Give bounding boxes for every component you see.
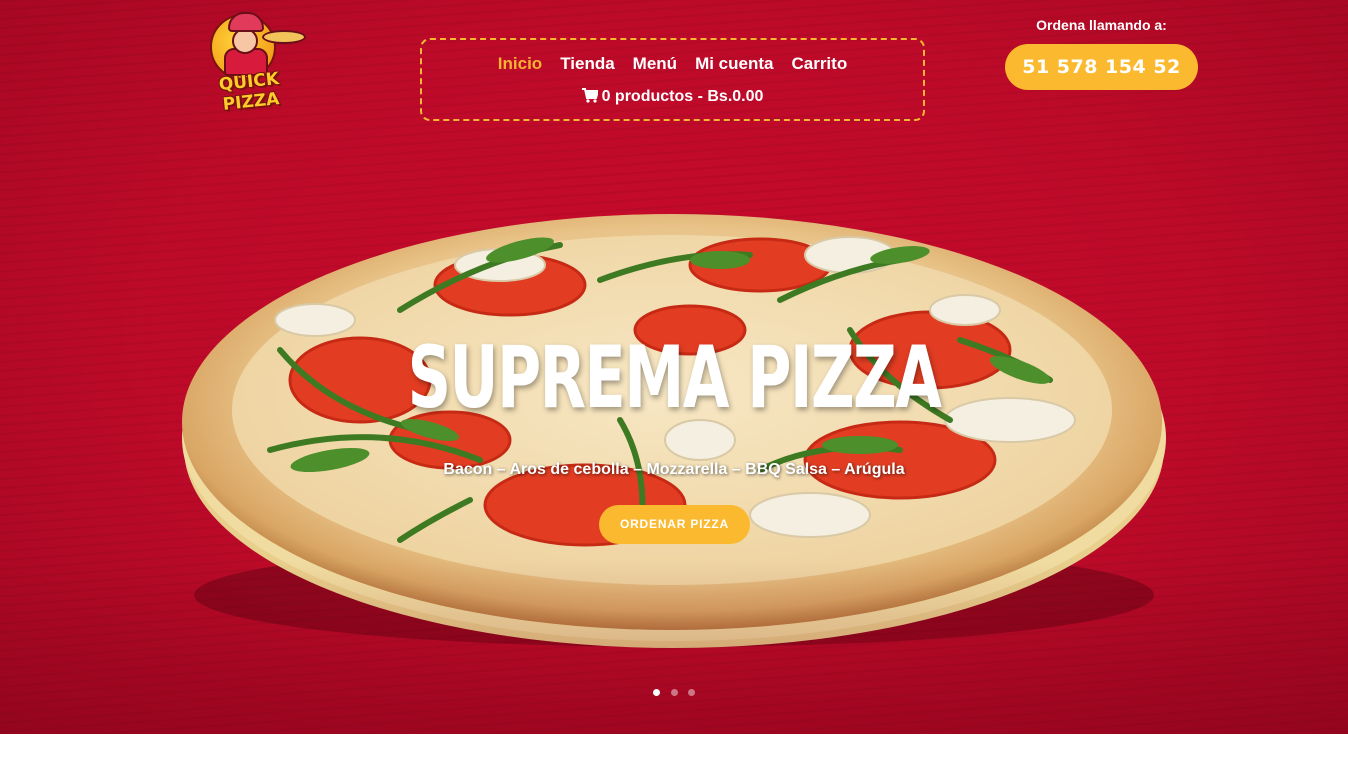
nav-item-menu[interactable]: Menú [633,54,677,74]
nav-links: Inicio Tienda Menú Mi cuenta Carrito [422,54,923,74]
slider-dot-3[interactable] [688,689,695,696]
slider-dot-2[interactable] [671,689,678,696]
hero-shade [0,560,1348,734]
logo-pizza-tray [262,30,306,44]
site-logo[interactable]: QUICK PIZZA [188,12,310,115]
slide-subtitle: Bacon – Aros de cebolla – Mozzarella – B… [443,461,905,478]
cart-icon [581,88,598,103]
main-navigation: Inicio Tienda Menú Mi cuenta Carrito 0 produ… [420,38,925,121]
phone-number-button[interactable]: 51 578 154 52 [1005,44,1198,90]
cart-summary-link[interactable]: 0 productos - Bs.0.00 [422,88,923,106]
order-pizza-button[interactable]: ORDENAR PIZZA [599,505,750,544]
nav-item-mi-cuenta[interactable]: Mi cuenta [695,54,773,74]
slider-dot-1[interactable] [653,689,660,696]
hero-slider: QUICK PIZZA Inicio Tienda Menú Mi cuenta Car… [0,0,1348,734]
nav-item-carrito[interactable]: Carrito [791,54,847,74]
logo-chef-hat [228,12,264,32]
nav-item-inicio[interactable]: Inicio [498,54,542,74]
order-by-phone-label: Ordena llamando a: [1036,17,1167,33]
slide-title: SUPREMA PIZZA [407,328,942,428]
nav-item-tienda[interactable]: Tienda [560,54,614,74]
cart-summary-text: 0 productos - Bs.0.00 [601,88,764,105]
